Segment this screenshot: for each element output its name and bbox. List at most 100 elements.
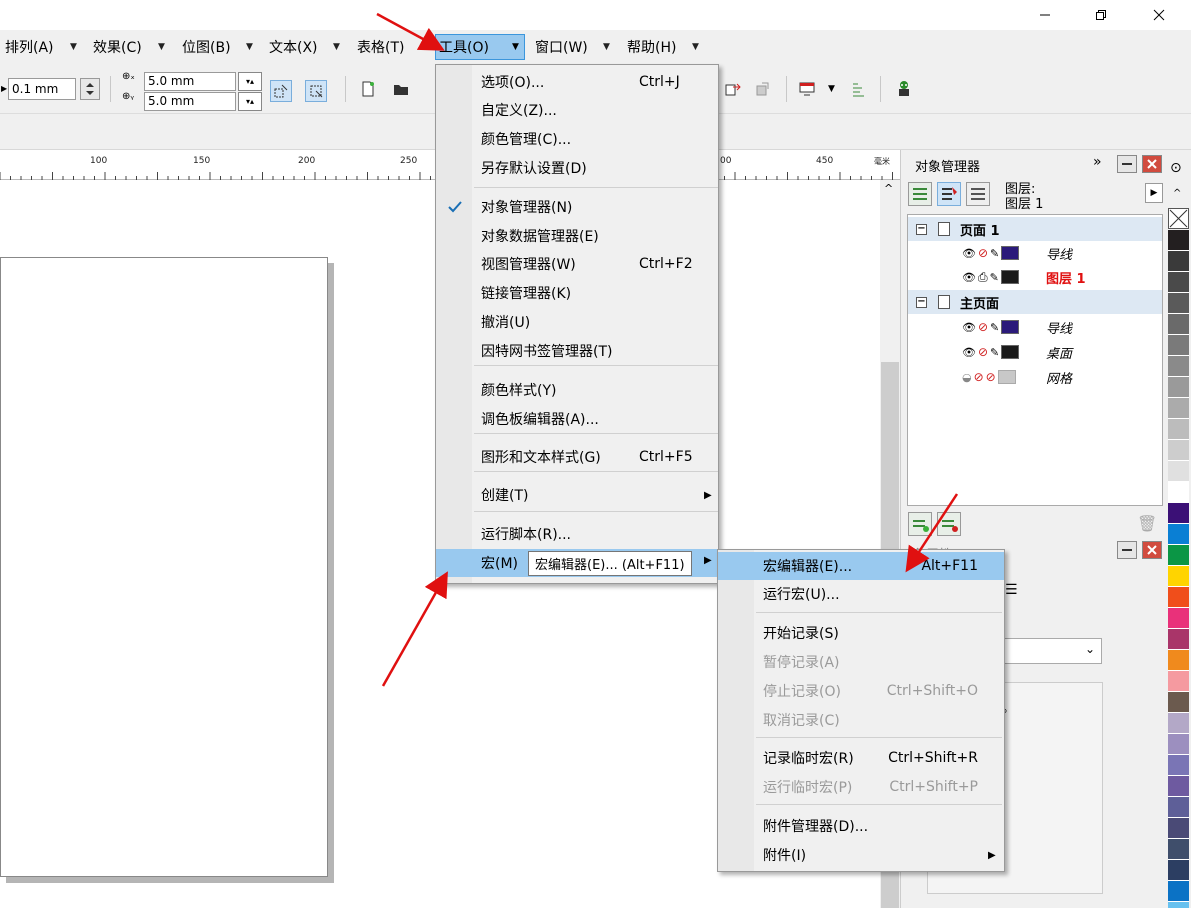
palette-swatch[interactable] <box>1168 629 1189 650</box>
macro-menu-item[interactable]: 记录临时宏(R) Ctrl+Shift+R <box>718 744 1004 772</box>
palette-swatch[interactable] <box>1168 524 1189 545</box>
palette-swatch[interactable] <box>1168 293 1189 314</box>
tools-menu-item[interactable]: 选项(O)... Ctrl+J <box>436 68 718 96</box>
tree-layer-row[interactable]: 👁 ⊘ ✎ 桌面 <box>908 340 1162 364</box>
palette-swatch[interactable] <box>1168 503 1189 524</box>
eye-icon[interactable]: 👁 <box>962 247 976 260</box>
macro-menu-item[interactable]: 附件(I) ▶ <box>718 841 1004 869</box>
palette-swatch[interactable] <box>1168 545 1189 566</box>
palette-swatch[interactable] <box>1168 734 1189 755</box>
chevron-down-icon[interactable]: ▼ <box>421 42 428 52</box>
eye-icon[interactable]: 👁 <box>962 271 976 284</box>
tools-menu-item[interactable]: 对象管理器(N) <box>436 193 718 221</box>
palette-swatch[interactable] <box>1168 566 1189 587</box>
palette-swatch[interactable] <box>1168 314 1189 335</box>
pencil-icon[interactable]: ✎ <box>990 321 999 334</box>
chevron-down-icon[interactable]: ▼ <box>246 42 253 52</box>
macro-menu-item[interactable]: 附件管理器(D)... <box>718 812 1004 840</box>
tools-menu-item[interactable]: 创建(T) ▶ <box>436 481 718 509</box>
new-master-layer-icon[interactable] <box>937 512 961 536</box>
menu-table[interactable]: 表格(T) <box>354 34 407 60</box>
macro-menu-item[interactable]: 暂停记录(A) <box>718 648 1004 676</box>
palette-swatch[interactable] <box>1168 818 1189 839</box>
eye-hidden-icon[interactable]: ◒ <box>962 371 972 384</box>
tools-menu-item[interactable]: 运行脚本(R)... <box>436 520 718 548</box>
macro-menu-item[interactable]: 取消记录(C) <box>718 706 1004 734</box>
tree-layer-row[interactable]: 👁 ⊘ ✎ 导线 <box>908 315 1162 339</box>
layer-color-swatch[interactable] <box>997 370 1016 384</box>
docker-close-button[interactable] <box>1142 155 1162 173</box>
palette-swatch[interactable] <box>1168 713 1189 734</box>
macro-menu-item[interactable]: 停止记录(O) Ctrl+Shift+O <box>718 677 1004 705</box>
palette-swatch[interactable] <box>1168 608 1189 629</box>
printer-icon[interactable]: ⎙ <box>978 270 988 285</box>
pencil-icon[interactable]: ✎ <box>990 346 999 359</box>
layer-color-swatch[interactable] <box>1000 270 1019 284</box>
menu-effects[interactable]: 效果(C) <box>90 34 145 60</box>
menu-window[interactable]: 窗口(W) <box>532 34 591 60</box>
palette-swatch[interactable] <box>1168 692 1189 713</box>
menu-text[interactable]: 文本(X) <box>266 34 321 60</box>
palette-up-icon[interactable]: ^ <box>1173 188 1181 199</box>
palette-swatch[interactable] <box>1168 587 1189 608</box>
props-minimize-button[interactable] <box>1117 541 1137 559</box>
pencil-icon[interactable]: ✎ <box>990 247 999 260</box>
eye-icon[interactable]: 👁 <box>962 346 976 359</box>
tools-menu-item[interactable]: 自定义(Z)... <box>436 96 718 124</box>
publish-icon[interactable] <box>752 78 774 100</box>
printer-disabled-icon[interactable]: ⊘ <box>978 345 988 359</box>
palette-swatch[interactable] <box>1168 440 1189 461</box>
zoom-level-icon[interactable] <box>848 78 870 100</box>
chevron-down-icon[interactable]: ▼ <box>158 42 165 52</box>
double-chevron-right-icon[interactable]: » <box>1093 154 1102 170</box>
palette-swatch[interactable] <box>1168 398 1189 419</box>
treat-as-filled-icon[interactable] <box>305 80 327 102</box>
palette-swatch[interactable] <box>1168 797 1189 818</box>
tools-menu-item[interactable]: 对象数据管理器(E) <box>436 222 718 250</box>
tools-menu-item[interactable]: 图形和文本样式(G) Ctrl+F5 <box>436 443 718 471</box>
close-button[interactable] <box>1136 0 1182 30</box>
nudge-y-field[interactable]: 5.0 mm <box>144 92 236 111</box>
collapse-icon[interactable]: − <box>916 296 927 308</box>
snap-object-icon[interactable] <box>270 80 292 102</box>
printer-disabled-icon[interactable]: ⊘ <box>974 370 984 384</box>
pencil-icon[interactable]: ✎ <box>990 271 999 284</box>
palette-swatch[interactable] <box>1168 356 1189 377</box>
palette-swatch[interactable] <box>1168 377 1189 398</box>
props-dropdown[interactable]: ⌄ <box>1001 638 1102 664</box>
menu-tools[interactable]: 工具(O) ▼ <box>435 34 525 60</box>
docker-minimize-button[interactable] <box>1117 155 1137 173</box>
document-page[interactable] <box>0 257 328 877</box>
palette-swatch[interactable] <box>1168 776 1189 797</box>
printer-disabled-icon[interactable]: ⊘ <box>978 320 988 334</box>
chevron-down-icon[interactable]: ▼ <box>333 42 340 52</box>
macro-menu-item[interactable]: 运行临时宏(P) Ctrl+Shift+P <box>718 773 1004 801</box>
menu-arrange[interactable]: 排列(A) <box>2 34 57 60</box>
menu-help[interactable]: 帮助(H) <box>624 34 679 60</box>
nudge-y-stepper[interactable]: ▾▴ <box>238 92 262 111</box>
palette-swatch[interactable] <box>1168 755 1189 776</box>
tree-layer-row[interactable]: ◒ ⊘ ⊘ 网格 <box>908 365 1162 389</box>
list-view-icon[interactable]: ☰ <box>1005 582 1018 598</box>
palette-swatch[interactable] <box>1168 272 1189 293</box>
welcome-screen-icon[interactable] <box>893 78 915 100</box>
tree-layer-row[interactable]: 👁 ⊘ ✎ 导线 <box>908 241 1162 265</box>
chevron-down-icon[interactable]: ▼ <box>70 42 77 52</box>
chevron-down-icon[interactable]: ▼ <box>828 84 835 94</box>
palette-swatch[interactable] <box>1168 671 1189 692</box>
outline-width-spinner[interactable] <box>80 78 100 100</box>
application-launcher-icon[interactable] <box>796 78 818 100</box>
chevron-down-icon[interactable]: ▼ <box>603 42 610 52</box>
export-icon[interactable] <box>722 78 744 100</box>
eye-icon[interactable]: 👁 <box>962 321 976 334</box>
props-close-button[interactable] <box>1142 541 1162 559</box>
palette-swatch[interactable] <box>1168 860 1189 881</box>
restore-button[interactable] <box>1078 0 1124 30</box>
palette-swatch[interactable] <box>1168 881 1189 902</box>
palette-swatch[interactable] <box>1168 335 1189 356</box>
no-color-swatch[interactable] <box>1168 208 1189 229</box>
tools-menu-item[interactable]: 另存默认设置(D) <box>436 154 718 182</box>
edit-across-layers-icon[interactable] <box>937 182 961 206</box>
palette-swatch[interactable] <box>1168 251 1189 272</box>
layer-color-swatch[interactable] <box>1001 345 1020 359</box>
